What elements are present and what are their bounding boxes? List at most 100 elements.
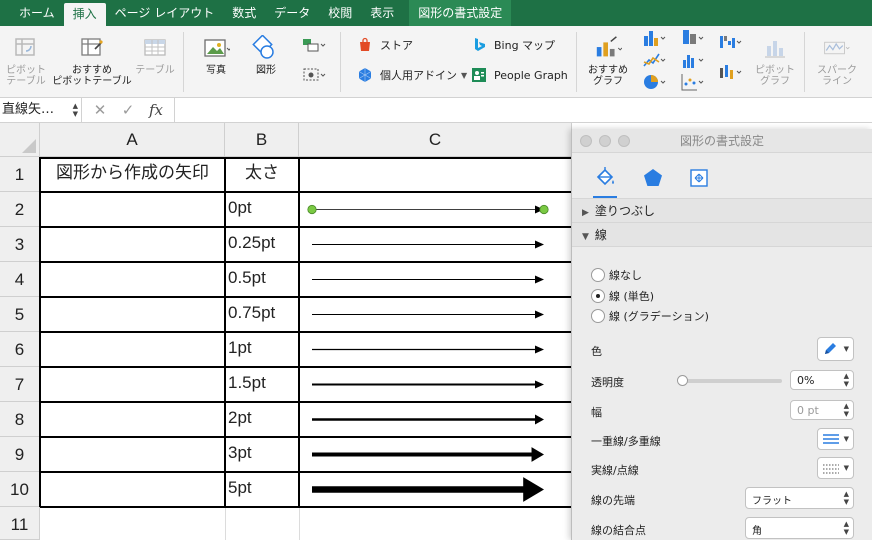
cell-a[interactable]	[40, 297, 225, 332]
zoom-button[interactable]	[618, 135, 630, 147]
cell-b[interactable]: 2pt	[225, 402, 299, 437]
row-header[interactable]: 9	[0, 437, 40, 472]
cell-b[interactable]: 3pt	[225, 437, 299, 472]
store-button[interactable]: ストア	[356, 36, 413, 54]
effects-tab[interactable]	[636, 161, 670, 195]
shapes-button[interactable]: 図形	[244, 34, 288, 76]
tab-shape-format[interactable]: 図形の書式設定	[409, 0, 512, 26]
row-header[interactable]: 5	[0, 297, 40, 332]
column-chart-button[interactable]	[640, 28, 668, 51]
width-stepper-icon[interactable]: ▲ ▼	[844, 402, 849, 418]
tab-view[interactable]: 表示	[361, 0, 403, 26]
cell-c[interactable]	[299, 402, 572, 437]
cell-b[interactable]: 0.25pt	[225, 227, 299, 262]
cell-a[interactable]	[40, 332, 225, 367]
transparency-slider-handle[interactable]	[677, 375, 688, 386]
people-graph-button[interactable]: People Graph	[470, 66, 568, 84]
row-header[interactable]: 10	[0, 472, 40, 507]
line-width-stepper[interactable]: 0 pt ▲ ▼	[790, 400, 854, 420]
tab-review[interactable]: 校閲	[319, 0, 361, 26]
smartart-button[interactable]	[298, 36, 328, 57]
radio-circle[interactable]	[591, 268, 605, 282]
recommended-pivot-button[interactable]: おすすめ ピボットテーブル	[52, 34, 132, 87]
cell-c[interactable]	[299, 437, 572, 472]
cell-b[interactable]: 0pt	[225, 192, 299, 227]
transparency-stepper-icon[interactable]: ▲ ▼	[844, 372, 849, 388]
enter-icon[interactable]: ✓	[114, 101, 142, 119]
row-header[interactable]: 8	[0, 402, 40, 437]
row-header[interactable]: 4	[0, 262, 40, 297]
table-button[interactable]: テーブル	[134, 34, 176, 76]
fill-section-header[interactable]: ▶ 塗りつぶし	[572, 199, 872, 223]
scatter-chart-button[interactable]	[678, 72, 706, 95]
line-chart-button[interactable]	[640, 50, 668, 73]
radio-circle-selected[interactable]	[591, 289, 605, 303]
tab-page-layout[interactable]: ページ レイアウト	[106, 0, 224, 26]
row-header[interactable]: 7	[0, 367, 40, 402]
cell-c[interactable]	[299, 507, 572, 540]
personal-addins-button[interactable]: 個人用アドイン ▼	[356, 66, 467, 84]
cell-a[interactable]: 図形から作成の矢印	[40, 157, 225, 192]
cell-a[interactable]	[40, 507, 225, 540]
formula-input[interactable]	[175, 98, 872, 123]
column-header-c[interactable]: C	[299, 123, 572, 157]
cell-c[interactable]	[299, 262, 572, 297]
pivot-table-button[interactable]: ピボット テーブル	[4, 34, 48, 87]
line-section-header[interactable]: ▼ 線	[572, 223, 872, 247]
cell-c[interactable]	[299, 192, 572, 227]
name-box-stepper-icon[interactable]: ▲ ▼	[73, 102, 78, 118]
cell-c[interactable]	[299, 227, 572, 262]
transparency-slider[interactable]	[682, 379, 782, 383]
pie-chart-button[interactable]	[640, 72, 668, 95]
cap-type-select[interactable]: フラット ▲ ▼	[745, 487, 854, 509]
column-header-a[interactable]: A	[40, 123, 225, 157]
cell-b[interactable]: 5pt	[225, 472, 299, 507]
cancel-icon[interactable]: ✕	[86, 101, 114, 119]
line-color-picker[interactable]: ▼	[817, 337, 854, 361]
radio-circle[interactable]	[591, 309, 605, 323]
cell-b[interactable]: 1.5pt	[225, 367, 299, 402]
tab-home[interactable]: ホーム	[10, 0, 64, 26]
row-header[interactable]: 11	[0, 507, 40, 540]
dash-type-picker[interactable]: ▼	[817, 457, 854, 479]
cell-a[interactable]	[40, 192, 225, 227]
minimize-button[interactable]	[599, 135, 611, 147]
compound-type-picker[interactable]: ▼	[817, 428, 854, 450]
cell-c[interactable]	[299, 472, 572, 507]
bar-chart-button[interactable]	[678, 28, 706, 51]
cell-b[interactable]: 太さ	[225, 157, 299, 192]
name-box[interactable]: 直線矢… ▲ ▼	[0, 97, 82, 123]
cell-b[interactable]: 0.75pt	[225, 297, 299, 332]
cell-a[interactable]	[40, 437, 225, 472]
hierarchy-chart-button[interactable]	[678, 50, 706, 73]
tab-formulas[interactable]: 数式	[223, 0, 265, 26]
recommended-charts-button[interactable]: おすすめ グラフ	[582, 34, 634, 87]
cell-a[interactable]	[40, 472, 225, 507]
cell-b[interactable]: 1pt	[225, 332, 299, 367]
cell-c[interactable]	[299, 157, 572, 192]
cell-c[interactable]	[299, 332, 572, 367]
screenshot-button[interactable]	[298, 66, 328, 87]
join-type-select[interactable]: 角 ▲ ▼	[745, 517, 854, 539]
close-button[interactable]	[580, 135, 592, 147]
select-all-corner[interactable]	[0, 123, 40, 157]
cell-a[interactable]	[40, 262, 225, 297]
cell-a[interactable]	[40, 227, 225, 262]
row-header[interactable]: 3	[0, 227, 40, 262]
row-header[interactable]: 1	[0, 157, 40, 192]
fill-line-tab[interactable]	[588, 161, 622, 198]
tab-data[interactable]: データ	[265, 0, 319, 26]
row-header[interactable]: 6	[0, 332, 40, 367]
tab-insert[interactable]: 挿入	[63, 3, 106, 26]
column-header-b[interactable]: B	[225, 123, 299, 157]
transparency-value[interactable]: 0%	[797, 374, 814, 387]
addins-dropdown-icon[interactable]: ▼	[461, 71, 467, 80]
size-properties-tab[interactable]	[682, 161, 716, 195]
cell-a[interactable]	[40, 367, 225, 402]
insert-function-icon[interactable]: fx	[142, 101, 170, 119]
waterfall-chart-button[interactable]	[716, 32, 744, 55]
stock-chart-button[interactable]	[716, 62, 744, 85]
transparency-stepper[interactable]: 0% ▲ ▼	[790, 370, 854, 390]
cell-c[interactable]	[299, 297, 572, 332]
bing-maps-button[interactable]: Bing マップ	[470, 36, 555, 54]
